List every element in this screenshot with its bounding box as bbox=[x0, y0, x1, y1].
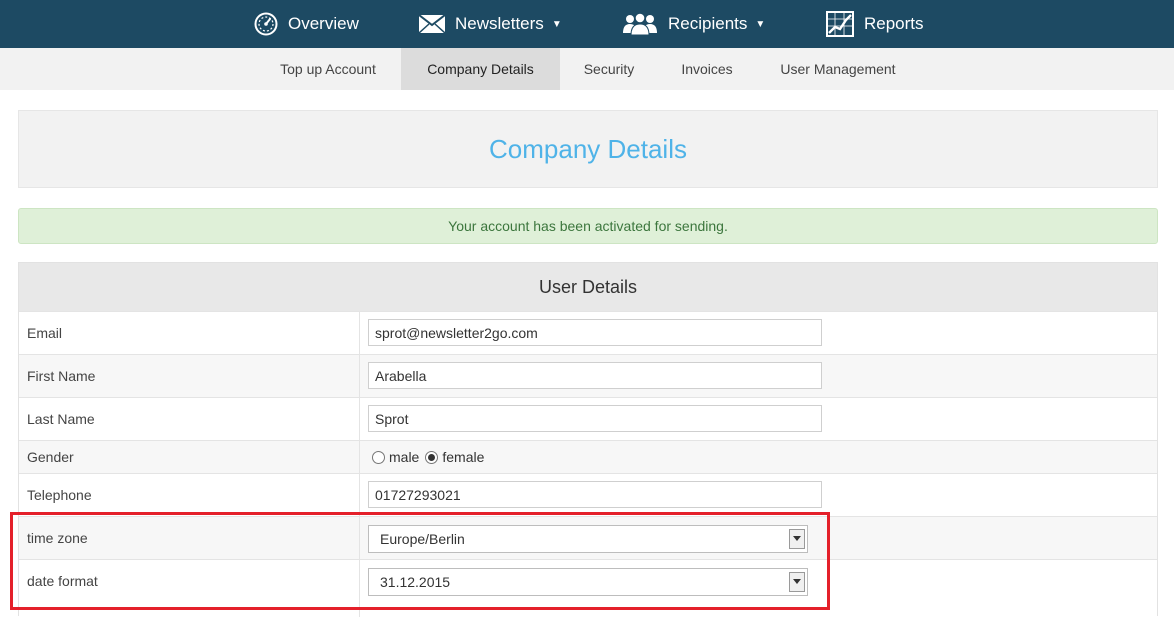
gender-male-radio[interactable] bbox=[372, 450, 385, 464]
chevron-down-icon bbox=[789, 529, 805, 549]
gender-female-radio[interactable] bbox=[425, 450, 439, 464]
telephone-field[interactable] bbox=[368, 481, 822, 508]
date-format-row: date format 31.12.2015 bbox=[19, 559, 1157, 617]
alert-message: Your account has been activated for send… bbox=[448, 218, 728, 234]
nav-overview[interactable]: Overview bbox=[254, 0, 359, 48]
row-divider bbox=[359, 474, 360, 516]
nav-newsletters-label: Newsletters bbox=[455, 14, 544, 33]
time-zone-label: time zone bbox=[27, 530, 88, 546]
last-name-field[interactable] bbox=[368, 405, 822, 432]
chevron-down-icon: ▼ bbox=[755, 18, 766, 30]
nav-reports-label: Reports bbox=[864, 14, 924, 33]
tab-user-management[interactable]: User Management bbox=[764, 48, 912, 90]
time-zone-row: time zone Europe/Berlin bbox=[19, 516, 1157, 559]
chevron-down-icon: ▼ bbox=[551, 18, 562, 30]
last-name-label: Last Name bbox=[27, 411, 95, 427]
first-name-field[interactable] bbox=[368, 362, 822, 389]
nav-reports[interactable]: Reports bbox=[826, 0, 924, 48]
line-chart-icon bbox=[826, 11, 854, 37]
panel-title: User Details bbox=[538, 276, 638, 297]
time-zone-select[interactable]: Europe/Berlin bbox=[368, 525, 808, 553]
page-title-banner: Company Details bbox=[18, 110, 1158, 188]
time-zone-value: Europe/Berlin bbox=[380, 531, 465, 547]
row-divider bbox=[359, 517, 360, 559]
first-name-label: First Name bbox=[27, 368, 96, 384]
page-title: Company Details bbox=[489, 133, 687, 164]
row-divider bbox=[359, 441, 360, 473]
row-divider bbox=[359, 355, 360, 397]
telephone-label: Telephone bbox=[27, 487, 92, 503]
panel-header: User Details bbox=[19, 263, 1157, 311]
email-label: Email bbox=[27, 325, 63, 341]
gender-label: Gender bbox=[27, 449, 74, 465]
tab-invoices[interactable]: Invoices bbox=[666, 48, 748, 90]
date-format-select[interactable]: 31.12.2015 bbox=[368, 568, 808, 596]
envelope-icon bbox=[419, 15, 445, 33]
user-details-panel: User Details Email First Name Last Name … bbox=[18, 262, 1158, 617]
nav-overview-label: Overview bbox=[288, 14, 359, 33]
tab-company-details[interactable]: Company Details bbox=[401, 48, 560, 90]
sub-navigation: Top up Account Company Details Security … bbox=[0, 48, 1174, 90]
users-icon bbox=[623, 13, 657, 35]
nav-recipients[interactable]: Recipients ▼ bbox=[622, 0, 765, 48]
date-format-label: date format bbox=[27, 573, 98, 589]
success-alert: Your account has been activated for send… bbox=[18, 208, 1158, 244]
gender-radio-group: male female bbox=[372, 449, 484, 465]
radio-selected-dot bbox=[428, 453, 436, 461]
gender-female-label: female bbox=[442, 449, 485, 465]
tab-top-up-account[interactable]: Top up Account bbox=[262, 48, 394, 90]
speedometer-icon bbox=[254, 12, 278, 36]
row-divider bbox=[359, 560, 360, 617]
date-format-value: 31.12.2015 bbox=[380, 574, 451, 590]
telephone-row: Telephone bbox=[19, 473, 1157, 516]
row-divider bbox=[359, 398, 360, 440]
top-navigation: Overview Newsletters ▼ Recipients ▼ Repo… bbox=[0, 0, 1174, 48]
row-divider bbox=[359, 312, 360, 354]
gender-male-label: male bbox=[389, 449, 420, 465]
email-field[interactable] bbox=[368, 319, 822, 346]
tab-security[interactable]: Security bbox=[568, 48, 650, 90]
nav-recipients-label: Recipients bbox=[668, 14, 748, 33]
nav-newsletters[interactable]: Newsletters ▼ bbox=[419, 0, 562, 48]
email-row: Email bbox=[19, 311, 1157, 354]
chevron-down-icon bbox=[789, 572, 805, 592]
gender-row: Gender male female bbox=[19, 440, 1157, 473]
first-name-row: First Name bbox=[19, 354, 1157, 397]
last-name-row: Last Name bbox=[19, 397, 1157, 440]
